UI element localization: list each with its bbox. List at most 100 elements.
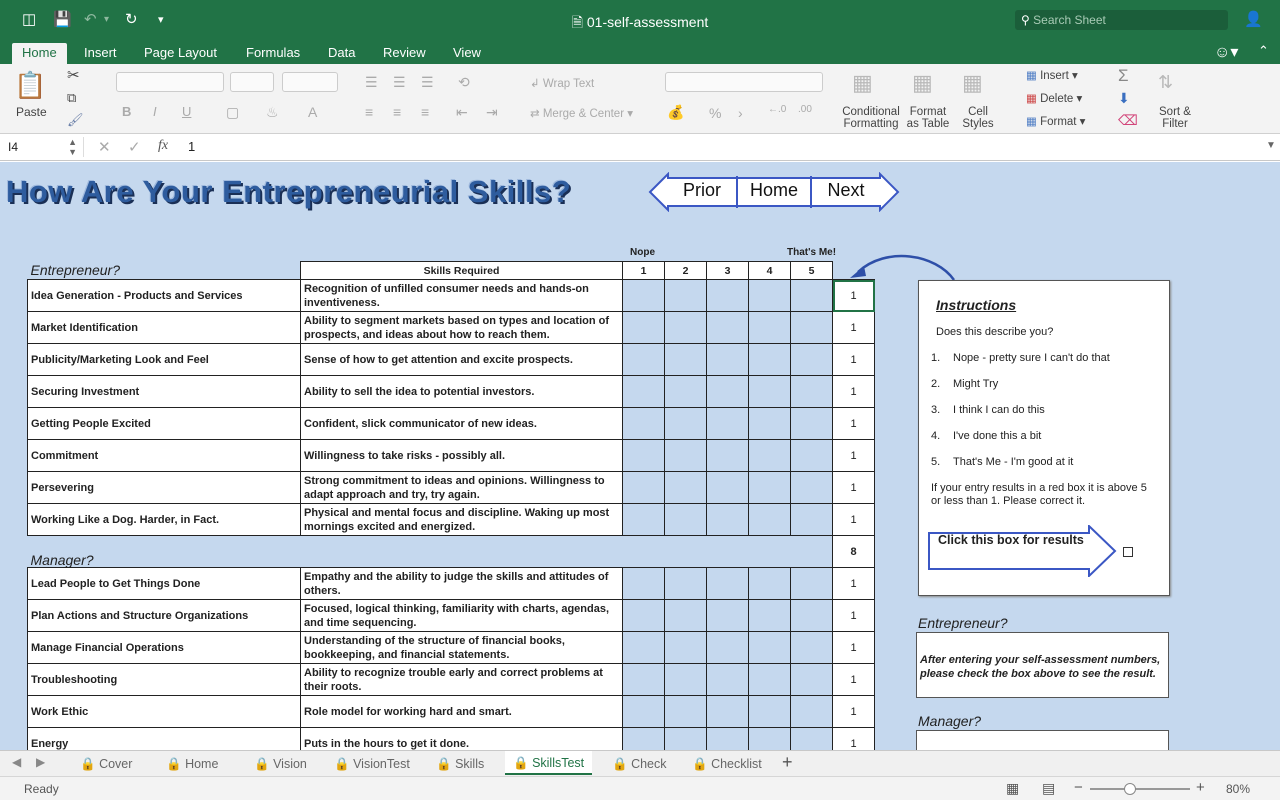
align-left-icon[interactable]: ≡: [365, 104, 373, 120]
rating-cell-5[interactable]: [790, 663, 833, 696]
rating-cell-4[interactable]: [748, 343, 791, 376]
score-cell[interactable]: 1: [832, 407, 875, 440]
borders-icon[interactable]: ▢: [226, 104, 239, 121]
italic-button[interactable]: I: [153, 104, 157, 119]
merge-center-button[interactable]: ⇄ Merge & Center ▾: [530, 106, 633, 120]
skill-name-cell[interactable]: Persevering: [27, 471, 301, 504]
skill-description-cell[interactable]: Puts in the hours to get it done.: [300, 727, 623, 750]
score-cell[interactable]: 1: [832, 567, 875, 600]
sheet-tab-vision[interactable]: 🔒 Vision: [254, 755, 307, 775]
score-cell[interactable]: 1: [832, 311, 875, 344]
zoom-slider[interactable]: [1090, 788, 1190, 790]
rating-cell-2[interactable]: [664, 695, 707, 728]
skill-description-cell[interactable]: Ability to segment markets based on type…: [300, 311, 623, 344]
rating-cell-5[interactable]: [790, 375, 833, 408]
sort-filter-icon[interactable]: ⇅: [1158, 72, 1173, 93]
autosum-icon[interactable]: Σ: [1118, 66, 1129, 86]
currency-icon[interactable]: 💰: [667, 104, 684, 121]
rating-cell-2[interactable]: [664, 439, 707, 472]
sort-filter-button[interactable]: Sort & Filter: [1155, 106, 1195, 130]
rating-cell-4[interactable]: [748, 663, 791, 696]
insert-function-icon[interactable]: fx: [158, 138, 168, 154]
skill-name-cell[interactable]: Securing Investment: [27, 375, 301, 408]
skill-description-cell[interactable]: Understanding of the structure of financ…: [300, 631, 623, 664]
rating-cell-1[interactable]: [622, 567, 665, 600]
rating-cell-1[interactable]: [622, 503, 665, 536]
rating-cell-3[interactable]: [706, 567, 749, 600]
skill-name-cell[interactable]: Troubleshooting: [27, 663, 301, 696]
rating-cell-4[interactable]: [748, 471, 791, 504]
rating-cell-2[interactable]: [664, 279, 707, 312]
score-cell[interactable]: 1: [832, 599, 875, 632]
rating-cell-3[interactable]: [706, 599, 749, 632]
decrease-decimal-icon[interactable]: .00: [798, 104, 812, 115]
align-bottom-icon[interactable]: ☰: [421, 74, 434, 91]
rating-cell-1[interactable]: [622, 695, 665, 728]
orientation-icon[interactable]: ⟲: [458, 74, 470, 91]
rating-cell-2[interactable]: [664, 631, 707, 664]
align-right-icon[interactable]: ≡: [421, 104, 429, 120]
rating-cell-4[interactable]: [748, 695, 791, 728]
rating-cell-5[interactable]: [790, 471, 833, 504]
skill-name-cell[interactable]: Lead People to Get Things Done: [27, 567, 301, 600]
rating-cell-2[interactable]: [664, 343, 707, 376]
increase-indent-icon[interactable]: ⇥: [486, 104, 498, 121]
increase-decimal-icon[interactable]: ←.0: [768, 104, 786, 115]
wrap-text-button[interactable]: ↲ Wrap Text: [530, 76, 594, 90]
sheet-tab-skills[interactable]: 🔒 Skills: [436, 755, 484, 775]
cancel-icon[interactable]: ✕: [98, 138, 111, 156]
collapse-ribbon-icon[interactable]: ⌃: [1252, 42, 1275, 60]
results-checkbox[interactable]: [1123, 547, 1133, 557]
normal-view-icon[interactable]: ▦: [1006, 780, 1019, 797]
next-button[interactable]: Next: [812, 176, 880, 208]
paste-button[interactable]: Paste: [16, 105, 47, 119]
skill-name-cell[interactable]: Work Ethic: [27, 695, 301, 728]
align-middle-icon[interactable]: ☰: [393, 74, 406, 91]
skill-name-cell[interactable]: Commitment: [27, 439, 301, 472]
tab-view[interactable]: View: [447, 44, 487, 61]
rating-cell-2[interactable]: [664, 375, 707, 408]
sheet-tab-home[interactable]: 🔒 Home: [166, 755, 218, 775]
rating-cell-3[interactable]: [706, 503, 749, 536]
rating-cell-3[interactable]: [706, 727, 749, 750]
smiley-feedback-icon[interactable]: ☺▾: [1208, 41, 1244, 63]
rating-cell-2[interactable]: [664, 311, 707, 344]
rating-cell-3[interactable]: [706, 311, 749, 344]
next-sheet-icon[interactable]: ▶: [36, 755, 45, 769]
underline-button[interactable]: U: [182, 104, 191, 119]
fill-color-icon[interactable]: ♨: [266, 104, 279, 121]
skill-name-cell[interactable]: Manage Financial Operations: [27, 631, 301, 664]
share-user-icon[interactable]: 👤: [1244, 10, 1263, 28]
rating-cell-1[interactable]: [622, 343, 665, 376]
entrepreneur-total[interactable]: 8: [832, 535, 875, 568]
sheet-tab-checklist[interactable]: 🔒 Checklist: [692, 755, 762, 775]
rating-cell-1[interactable]: [622, 727, 665, 750]
skill-description-cell[interactable]: Willingness to take risks - possibly all…: [300, 439, 623, 472]
skill-description-cell[interactable]: Role model for working hard and smart.: [300, 695, 623, 728]
skill-name-cell[interactable]: Market Identification: [27, 311, 301, 344]
rating-cell-1[interactable]: [622, 311, 665, 344]
cell-styles-icon[interactable]: ▦: [962, 70, 983, 96]
skill-description-cell[interactable]: Ability to sell the idea to potential in…: [300, 375, 623, 408]
expand-formula-icon[interactable]: ▼: [1266, 140, 1276, 151]
rating-cell-5[interactable]: [790, 599, 833, 632]
skill-description-cell[interactable]: Physical and mental focus and discipline…: [300, 503, 623, 536]
rating-cell-4[interactable]: [748, 599, 791, 632]
rating-cell-3[interactable]: [706, 663, 749, 696]
tab-review[interactable]: Review: [377, 44, 432, 61]
rating-cell-5[interactable]: [790, 727, 833, 750]
worksheet[interactable]: How Are Your Entrepreneurial Skills? Pri…: [0, 162, 1280, 750]
zoom-in-icon[interactable]: +: [1196, 779, 1205, 796]
rating-cell-4[interactable]: [748, 311, 791, 344]
skill-name-cell[interactable]: Getting People Excited: [27, 407, 301, 440]
rating-cell-5[interactable]: [790, 311, 833, 344]
score-cell[interactable]: 1: [832, 663, 875, 696]
delete-cells-button[interactable]: ▦ Delete ▾: [1026, 91, 1082, 105]
rating-cell-4[interactable]: [748, 503, 791, 536]
rating-cell-2[interactable]: [664, 599, 707, 632]
score-cell[interactable]: 1: [832, 695, 875, 728]
clear-icon[interactable]: ⌫: [1118, 112, 1138, 129]
tab-data[interactable]: Data: [322, 44, 361, 61]
cell-styles-button[interactable]: Cell Styles: [958, 106, 998, 130]
prior-button[interactable]: Prior: [668, 176, 736, 208]
